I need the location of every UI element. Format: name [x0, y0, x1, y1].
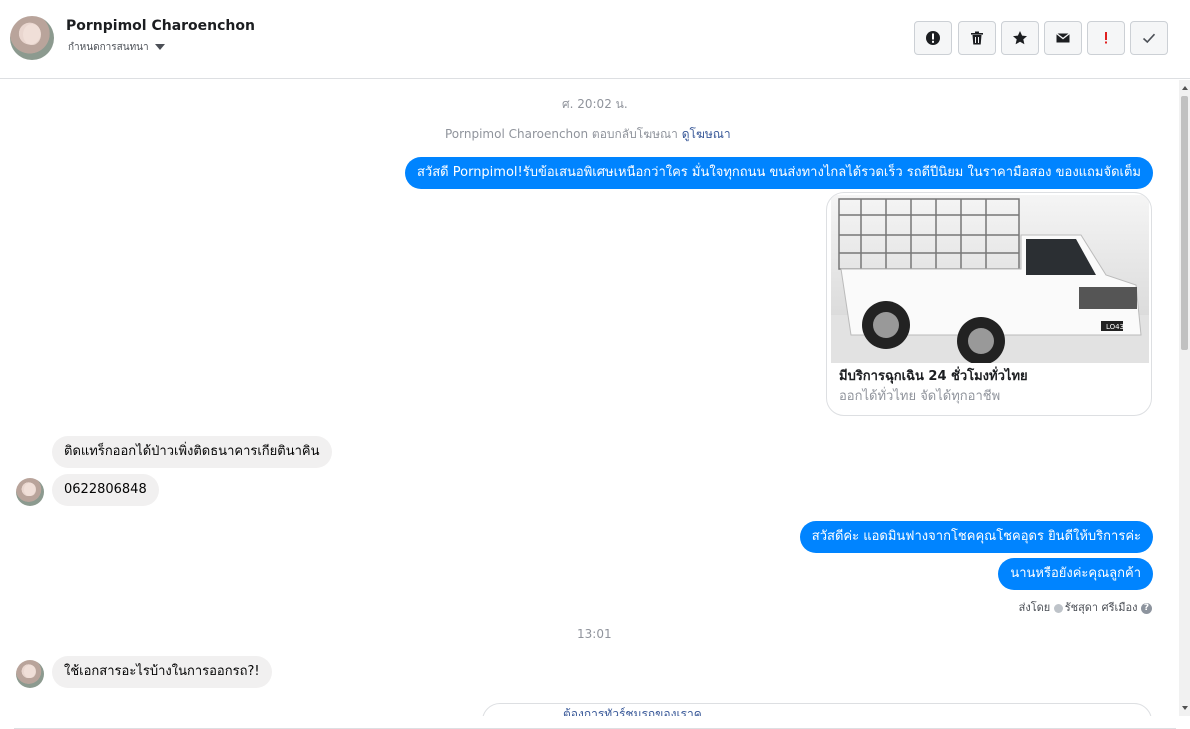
delete-button[interactable]: [958, 21, 996, 55]
outgoing-message[interactable]: นานหรือยังค่ะคุณลูกค้า: [998, 558, 1153, 590]
report-button[interactable]: [914, 21, 952, 55]
incoming-message[interactable]: ใช้เอกสารอะไรบ้างในการออกรถ?!: [52, 656, 272, 688]
sent-by-info: ส่งโดย รัชสุดา ศรีเมือง ?: [1019, 598, 1152, 616]
incoming-message[interactable]: 0622806848: [52, 474, 159, 506]
ad-card-subtitle: ออกได้ทั่วไทย จัดได้ทุกอาชีพ: [839, 389, 1001, 404]
ad-reply-notice: Pornpimol Charoenchon ตอบกลับโฆษณา ดูโฆษ…: [445, 125, 731, 144]
scrollbar[interactable]: [1179, 80, 1190, 716]
star-button[interactable]: [1001, 21, 1039, 55]
scrollbar-thumb[interactable]: [1181, 96, 1188, 350]
sender-avatar[interactable]: [16, 478, 44, 506]
contact-avatar[interactable]: [10, 16, 54, 60]
envelope-icon: [1056, 32, 1070, 43]
help-icon[interactable]: ?: [1141, 602, 1152, 614]
timestamp: 13:01: [577, 627, 612, 641]
spam-button[interactable]: [1087, 21, 1125, 55]
conversation-settings-label: กำหนดการสนทนา: [68, 42, 149, 53]
contact-name[interactable]: Pornpimol Charoenchon: [66, 18, 255, 34]
ad-card-title: มีบริการฉุกเฉิน 24 ชั่วโมงทั่วไทย: [839, 369, 1028, 384]
conversation-settings-dropdown[interactable]: กำหนดการสนทนา: [68, 40, 165, 55]
quick-reply-card[interactable]: ต้องการทัวร์ชมรถของเราค: [482, 703, 1152, 716]
trash-icon: [971, 31, 983, 45]
verified-icon: [1053, 603, 1063, 613]
check-icon: [1142, 33, 1156, 44]
message-thread[interactable]: ศ. 20:02 น. Pornpimol Charoenchon ตอบกลั…: [0, 80, 1178, 716]
star-icon: [1013, 31, 1027, 45]
scroll-up-arrow-icon[interactable]: [1182, 86, 1188, 90]
ad-card[interactable]: LO43 มีบริการฉุกเฉิน 24 ชั่วโมงทั่วไทย อ…: [826, 192, 1152, 416]
conversation-header: Pornpimol Charoenchon กำหนดการสนทนา: [0, 0, 1190, 79]
alert-circle-icon: [926, 31, 940, 45]
view-ad-link[interactable]: ดูโฆษณา: [682, 127, 731, 141]
sent-by-label: ส่งโดย: [1018, 601, 1051, 614]
timestamp: ศ. 20:02 น.: [562, 97, 628, 111]
sender-avatar[interactable]: [16, 660, 44, 688]
scroll-down-arrow-icon[interactable]: [1182, 706, 1188, 710]
sent-by-name[interactable]: รัชสุดา ศรีเมือง: [1065, 601, 1138, 614]
exclamation-icon: [1105, 32, 1107, 44]
done-button[interactable]: [1130, 21, 1168, 55]
caret-down-icon: [154, 44, 165, 50]
outgoing-message[interactable]: สวัสดีค่ะ แอดมินฟางจากโชคคุณโชคอุดร ยินด…: [799, 521, 1153, 553]
truck-image: LO43: [831, 195, 1149, 363]
license-plate: LO43: [1106, 323, 1124, 331]
outgoing-message[interactable]: สวัสดี Pornpimol!รับข้อเสนอพิเศษเหนือกว่…: [405, 157, 1153, 189]
mark-unread-button[interactable]: [1044, 21, 1082, 55]
quick-reply-text[interactable]: ต้องการทัวร์ชมรถของเราค: [563, 705, 702, 716]
ad-reply-text: Pornpimol Charoenchon ตอบกลับโฆษณา: [445, 127, 678, 141]
incoming-message[interactable]: ติดแทร็กออกได้ป่าวเพิ่งติดธนาคารเกียตินา…: [52, 436, 332, 468]
